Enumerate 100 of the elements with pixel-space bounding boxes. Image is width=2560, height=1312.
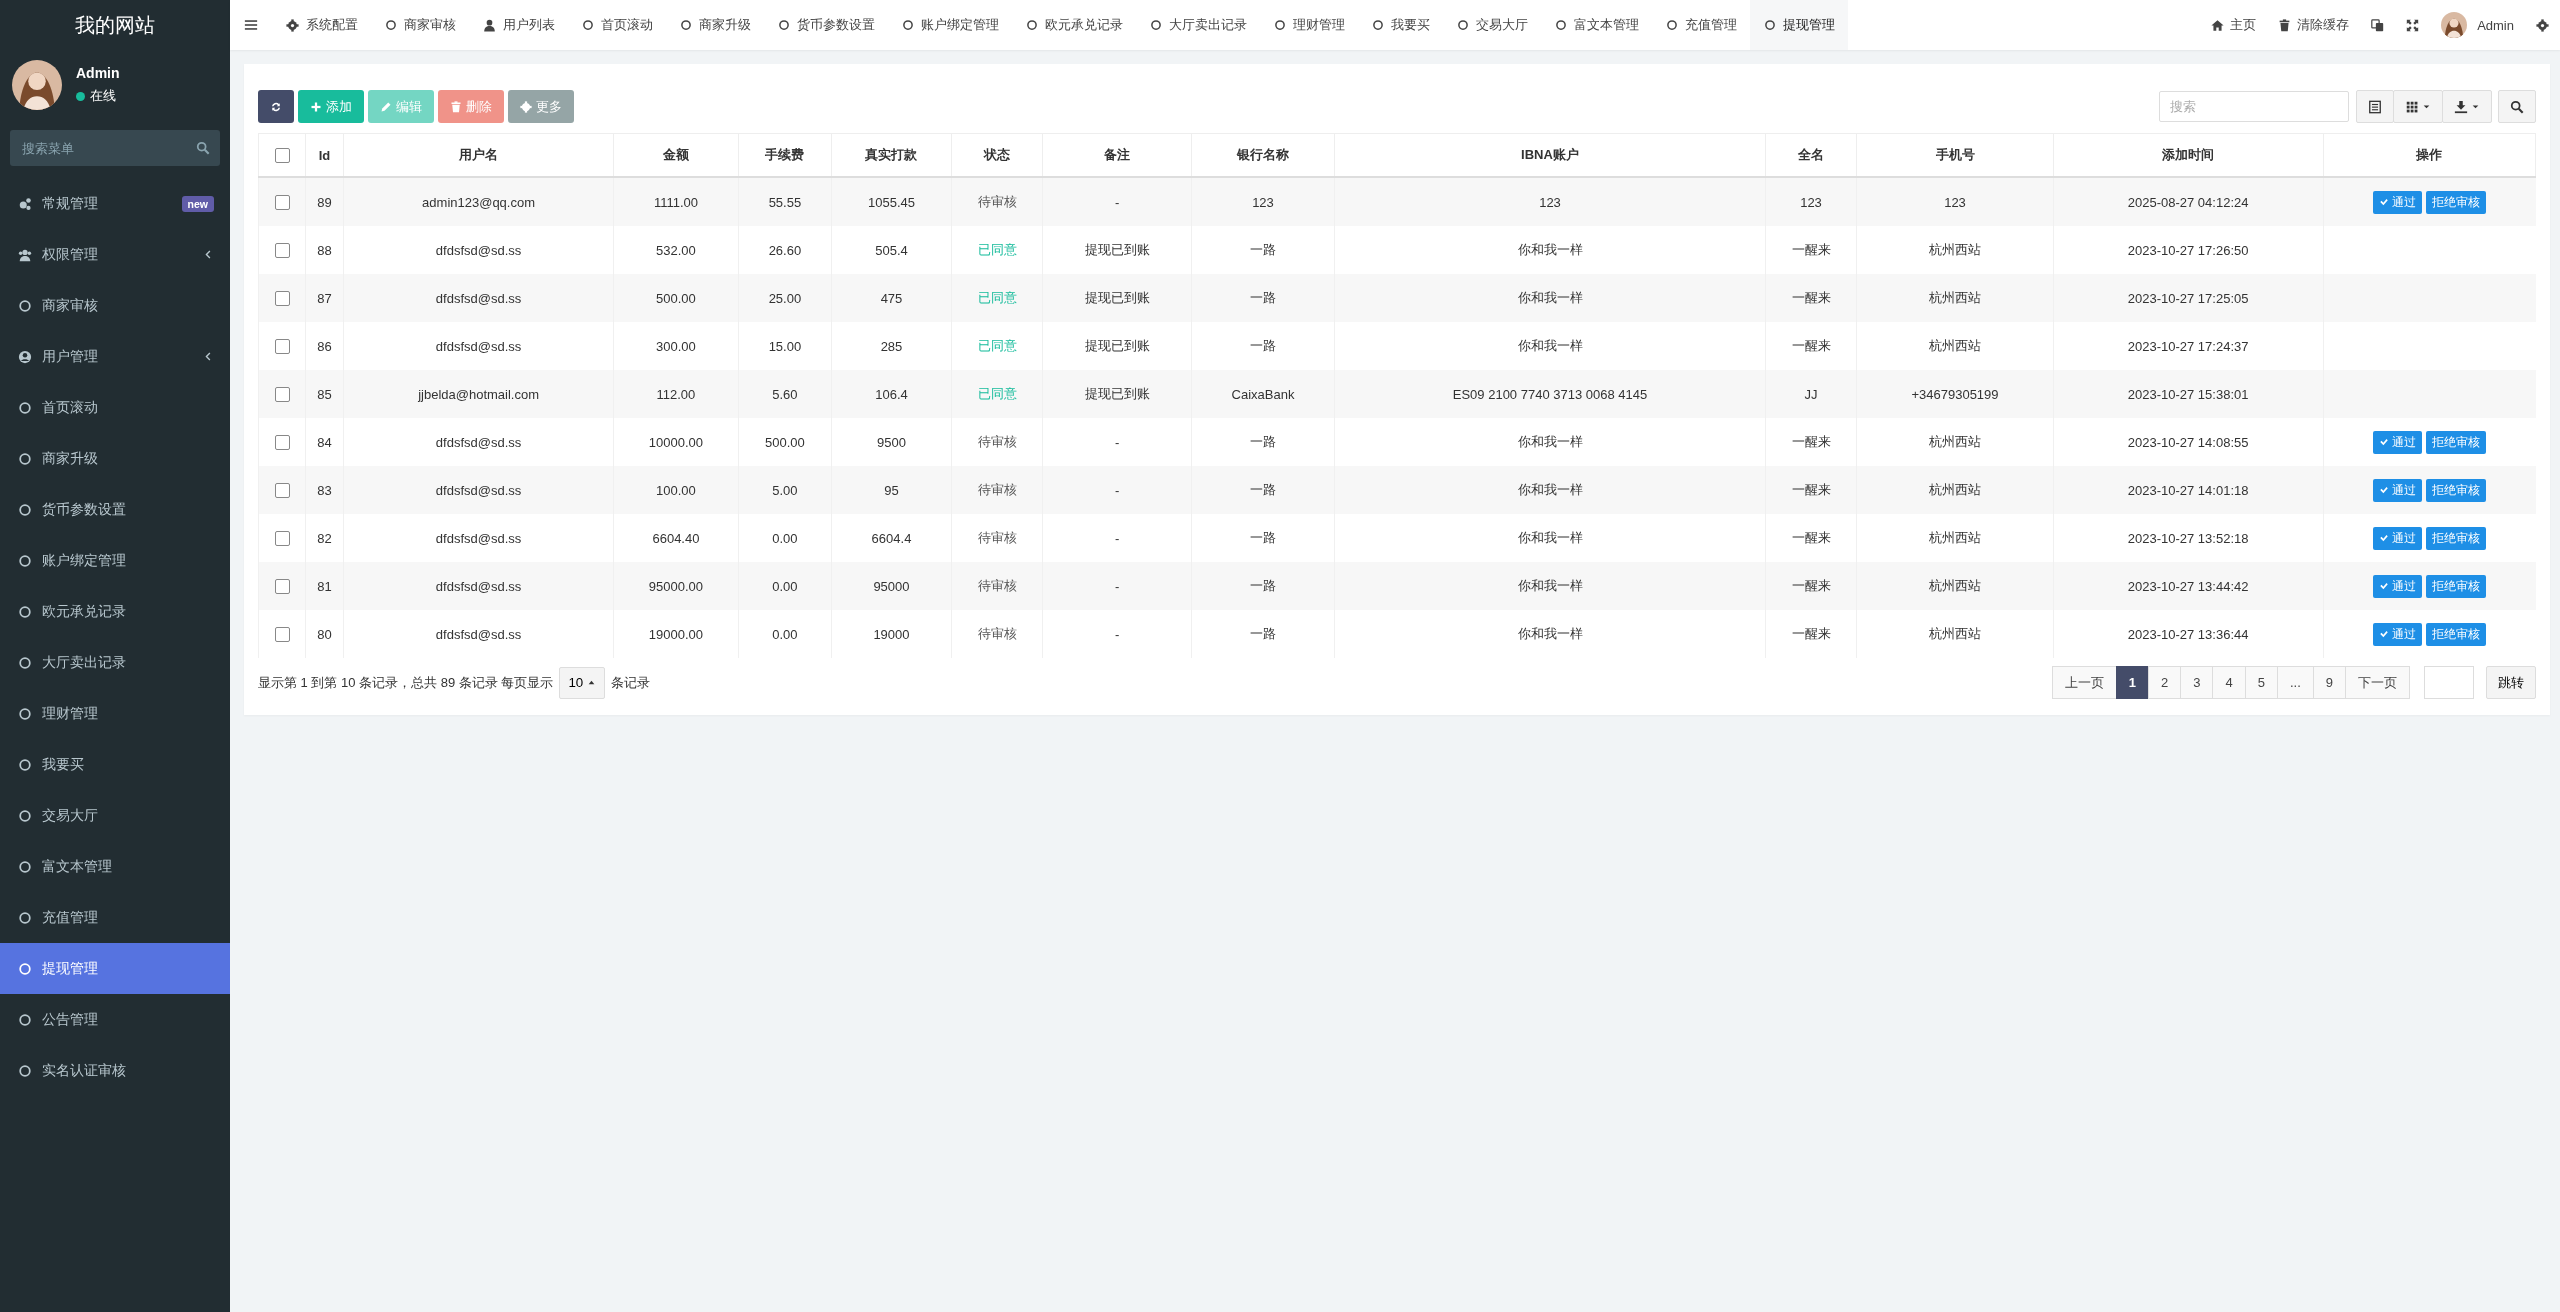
table-cell: 2023-10-27 17:24:37 [2127, 338, 2249, 354]
tab[interactable]: 我要买 [1358, 0, 1443, 50]
page-button[interactable]: 4 [2212, 666, 2246, 699]
tab[interactable]: 首页滚动 [568, 0, 666, 50]
sidebar-item[interactable]: 提现管理 [0, 943, 230, 994]
sidebar-item[interactable]: 商家审核 [0, 280, 230, 331]
new-badge: new [181, 195, 214, 212]
list-button[interactable] [2356, 90, 2394, 123]
table-cell: 你和我一样 [1517, 481, 1583, 499]
table-cell: 25.00 [768, 290, 802, 306]
table-cell: 一醒来 [1791, 481, 1831, 499]
page-button[interactable]: 1 [2115, 666, 2149, 699]
sidebar-item[interactable]: 大厅卖出记录 [0, 637, 230, 688]
user-menu[interactable]: Admin [2430, 0, 2525, 50]
jump-button[interactable]: 跳转 [2486, 666, 2536, 699]
search-button[interactable] [2498, 90, 2536, 123]
gear-icon [520, 100, 532, 113]
row-checkbox[interactable] [274, 579, 290, 595]
prev-page-button[interactable]: 上一页 [2051, 666, 2117, 699]
page-button[interactable]: 2 [2148, 666, 2182, 699]
tab[interactable]: 商家升级 [666, 0, 764, 50]
tab[interactable]: 用户列表 [469, 0, 568, 50]
users-icon [18, 247, 32, 262]
tab[interactable]: 账户绑定管理 [888, 0, 1012, 50]
page-size-dropdown[interactable]: 10 [559, 666, 606, 699]
table-cell: 一路 [1250, 577, 1276, 595]
tab[interactable]: 商家审核 [371, 0, 469, 50]
row-checkbox[interactable] [274, 291, 290, 307]
sidebar-item[interactable]: 权限管理 [0, 229, 230, 280]
home-icon [2211, 18, 2225, 32]
sidebar-item[interactable]: 常规管理 new [0, 178, 230, 229]
sidebar-item[interactable]: 首页滚动 [0, 382, 230, 433]
home-link[interactable]: 主页 [2200, 0, 2268, 50]
table-cell: 9500 [877, 434, 906, 450]
circle-icon [777, 19, 790, 31]
table-cell: 123 [1944, 194, 1966, 210]
sidebar-item[interactable]: 货币参数设置 [0, 484, 230, 535]
sidebar-item[interactable]: 充值管理 [0, 892, 230, 943]
status-text: 待审核 [977, 193, 1017, 211]
circle-icon [384, 19, 397, 31]
sidebar-item[interactable]: 商家升级 [0, 433, 230, 484]
tab[interactable]: 欧元承兑记录 [1012, 0, 1136, 50]
circle-icon [18, 1012, 32, 1027]
sidebar-item[interactable]: 公告管理 [0, 994, 230, 1045]
refresh-button[interactable] [258, 90, 294, 123]
row-checkbox[interactable] [274, 387, 290, 403]
sidebar-item[interactable]: 我要买 [0, 739, 230, 790]
table-cell: 一醒来 [1791, 289, 1831, 307]
page-button[interactable]: 5 [2244, 666, 2278, 699]
row-checkbox[interactable] [274, 195, 290, 211]
columns-button[interactable] [2393, 90, 2443, 123]
sidebar-item[interactable]: 交易大厅 [0, 790, 230, 841]
check-icon [2379, 437, 2389, 447]
circle-icon [581, 19, 594, 31]
page-input[interactable] [2424, 666, 2474, 699]
search-field[interactable]: 搜索菜单 [10, 130, 220, 166]
tab[interactable]: 交易大厅 [1443, 0, 1541, 50]
table-cell: 一醒来 [1791, 241, 1831, 259]
table-cell: 一醒来 [1791, 625, 1831, 643]
tab[interactable]: 充值管理 [1652, 0, 1750, 50]
sidebar-item[interactable]: 富文本管理 [0, 841, 230, 892]
sidebar-item[interactable]: 欧元承兑记录 [0, 586, 230, 637]
circle-icon [1456, 19, 1469, 31]
tab[interactable]: 富文本管理 [1541, 0, 1652, 50]
tab[interactable]: 理财管理 [1260, 0, 1358, 50]
table-cell: dfdsfsd@sd.ss [435, 626, 522, 642]
sidebar-item[interactable]: 理财管理 [0, 688, 230, 739]
row-checkbox[interactable] [274, 435, 290, 451]
row-checkbox[interactable] [274, 531, 290, 547]
next-page-button[interactable]: 下一页 [2345, 666, 2410, 699]
status-text: 待审核 [977, 481, 1017, 499]
tab[interactable]: 大厅卖出记录 [1136, 0, 1260, 50]
sidebar-item[interactable]: 用户管理 [0, 331, 230, 382]
row-checkbox[interactable] [274, 627, 290, 643]
export-button[interactable] [2442, 90, 2492, 123]
circle-icon [18, 655, 32, 670]
table-cell: 2023-10-27 17:25:05 [2127, 290, 2249, 306]
table-cell: 83 [317, 482, 332, 498]
tab[interactable]: 货币参数设置 [764, 0, 888, 50]
clear-link[interactable]: 清除缓存 [2267, 0, 2361, 50]
column-header: 手机号 [1935, 146, 1975, 164]
page-button[interactable]: ... [2276, 666, 2314, 699]
record-summary: 显示第 1 到第 10 条记录，总共 89 条记录 每页显示 [258, 673, 554, 692]
table-cell: 19000 [873, 626, 910, 642]
page-button[interactable]: 3 [2180, 666, 2214, 699]
tab[interactable]: 提现管理 [1750, 0, 1848, 50]
select-all-checkbox[interactable] [274, 148, 290, 164]
row-checkbox[interactable] [274, 339, 290, 355]
table-cell: 95000 [873, 578, 910, 594]
row-checkbox[interactable] [274, 243, 290, 259]
search-field[interactable]: 搜索 [2159, 91, 2349, 122]
row-checkbox[interactable] [274, 483, 290, 499]
sidebar-item[interactable]: 实名认证审核 [0, 1045, 230, 1096]
sidebar-item[interactable]: 账户绑定管理 [0, 535, 230, 586]
user-name: Admin [76, 65, 120, 81]
page-button[interactable]: 9 [2312, 666, 2346, 699]
table-cell: 106.4 [875, 386, 908, 402]
tab[interactable]: 系统配置 [272, 0, 371, 50]
status-text: 已同意 [977, 241, 1017, 259]
table-cell: 杭州西站 [1929, 241, 1981, 259]
